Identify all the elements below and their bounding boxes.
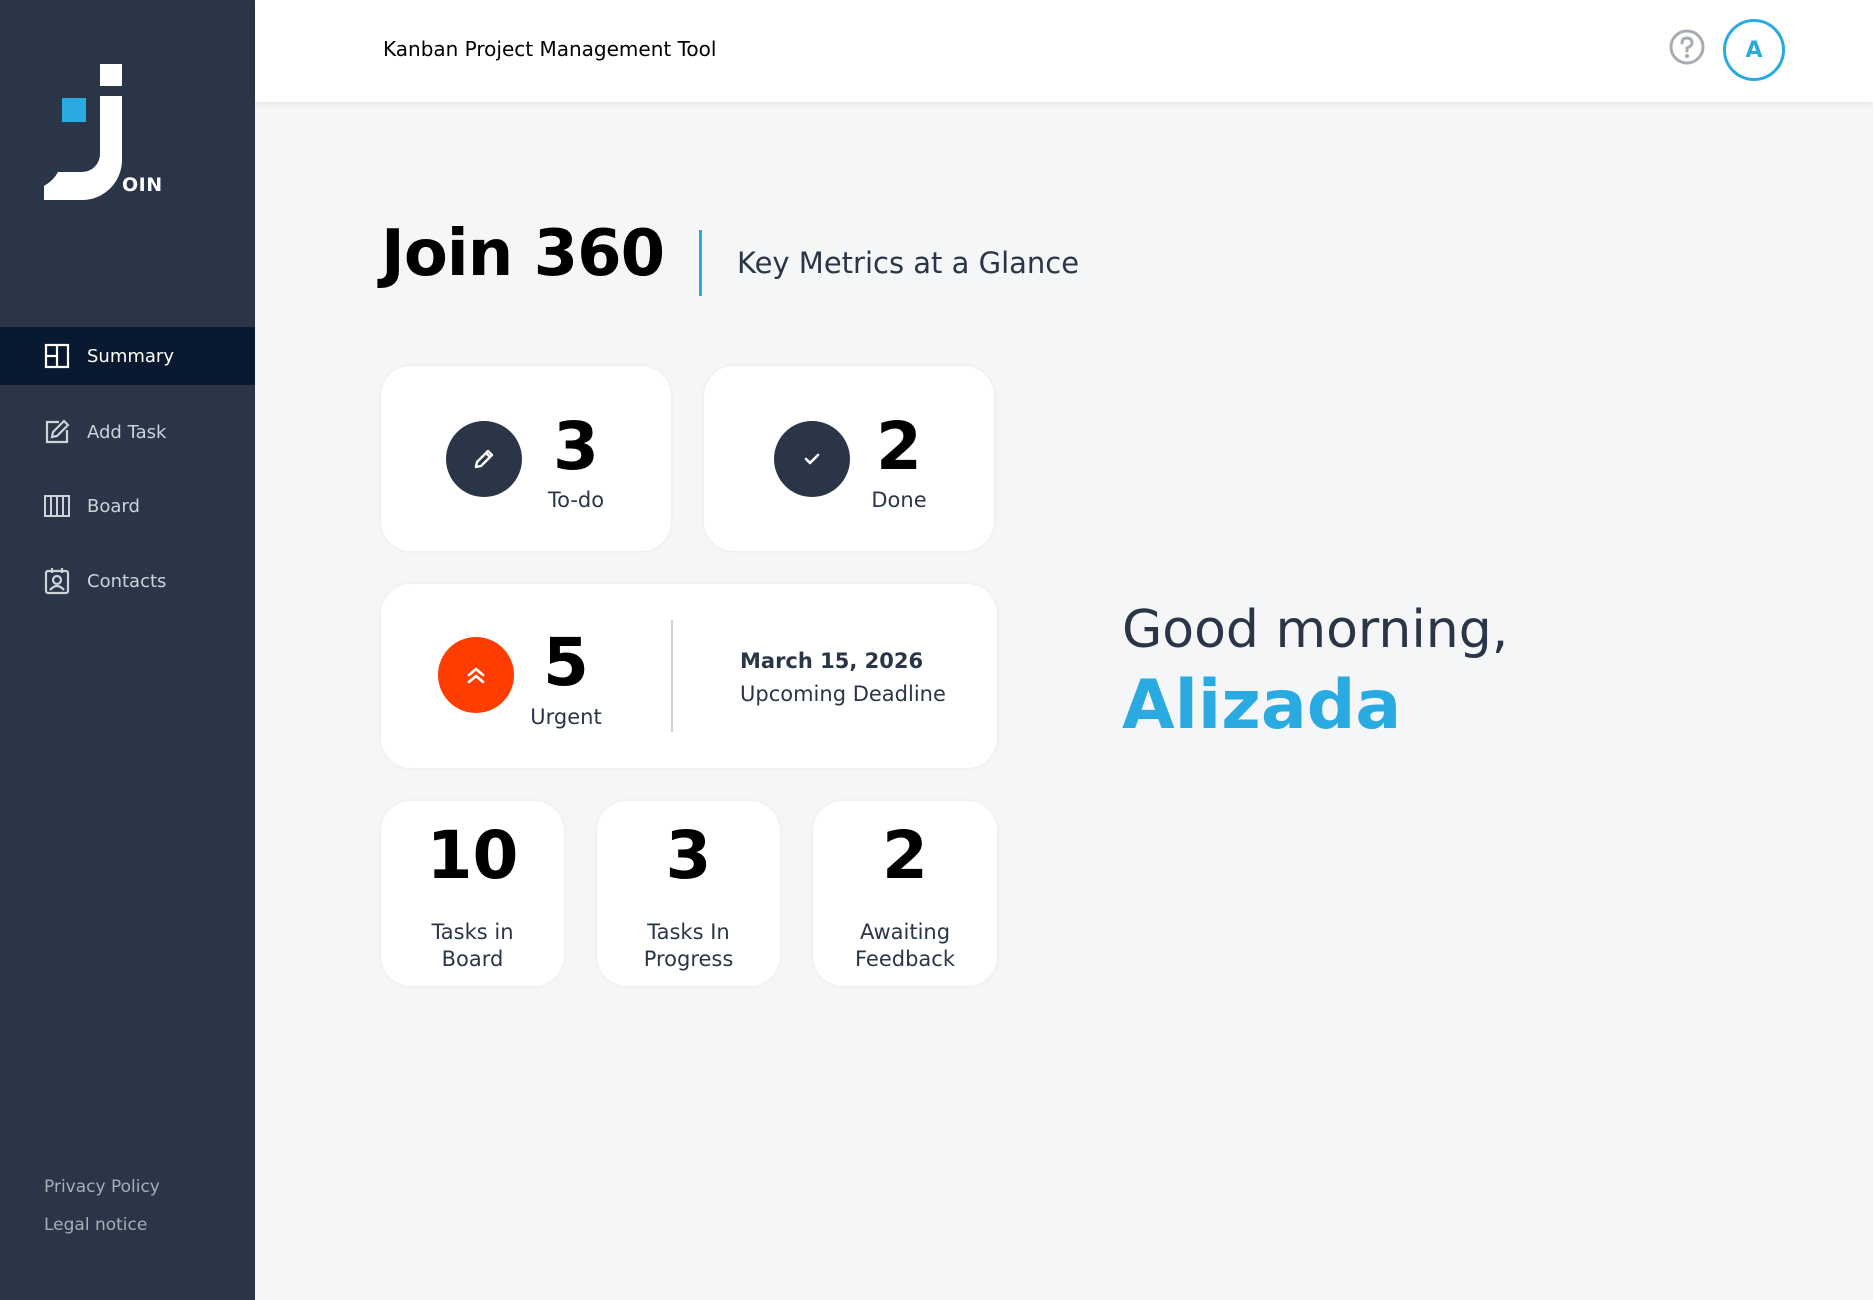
add-task-icon — [43, 418, 71, 446]
awaiting-feedback-label-line2: Feedback — [854, 947, 955, 971]
awaiting-feedback-label-line1: Awaiting — [859, 920, 951, 944]
todo-label: To-do — [547, 488, 605, 512]
sidebar-item-label: Contacts — [87, 570, 167, 592]
sidebar: OIN Summary Add Task Board Contacts Priv… — [0, 0, 255, 1300]
privacy-policy-link[interactable]: Privacy Policy — [44, 1177, 160, 1197]
double-chevron-up-icon — [438, 637, 514, 713]
greeting-text: Good morning, — [1122, 600, 1509, 660]
done-card[interactable]: 2 Done — [704, 366, 994, 551]
page-subtitle: Key Metrics at a Glance — [737, 246, 1080, 280]
tasks-in-progress-card[interactable]: 3 Tasks In Progress — [597, 801, 780, 986]
awaiting-feedback-card[interactable]: 2 Awaiting Feedback — [813, 801, 997, 986]
board-icon — [43, 492, 71, 520]
done-label: Done — [871, 488, 927, 512]
tasks-in-board-label-line1: Tasks in — [431, 920, 514, 944]
tasks-in-board-card[interactable]: 10 Tasks in Board — [381, 801, 564, 986]
done-count: 2 — [876, 408, 922, 485]
todo-count: 3 — [553, 408, 599, 485]
pencil-icon — [446, 421, 522, 497]
sidebar-item-add-task[interactable]: Add Task — [0, 403, 255, 461]
tasks-in-progress-count: 3 — [665, 817, 712, 894]
help-icon[interactable] — [1668, 28, 1706, 66]
contacts-icon — [43, 567, 71, 595]
sidebar-item-summary[interactable]: Summary — [0, 327, 255, 385]
deadline-date: March 15, 2026 — [740, 649, 924, 673]
sidebar-item-board[interactable]: Board — [0, 477, 255, 535]
user-avatar[interactable]: A — [1723, 19, 1785, 81]
urgent-count: 5 — [543, 624, 589, 701]
deadline-divider — [671, 620, 673, 732]
tasks-in-board-label-line2: Board — [441, 947, 504, 971]
tasks-in-progress-label-line2: Progress — [643, 947, 734, 971]
page-title: Join 360 — [381, 217, 665, 291]
legal-notice-link[interactable]: Legal notice — [44, 1215, 147, 1235]
header-title: Kanban Project Management Tool — [383, 37, 717, 61]
sidebar-item-label: Board — [87, 495, 140, 517]
check-icon — [774, 421, 850, 497]
urgent-card[interactable]: 5 Urgent March 15, 2026 Upcoming Deadlin… — [381, 584, 997, 768]
tasks-in-progress-label-line1: Tasks In — [647, 920, 730, 944]
urgent-label: Urgent — [530, 705, 602, 729]
logo-text: OIN — [122, 174, 163, 196]
greeting-user-name: Alizada — [1122, 666, 1402, 745]
tasks-in-board-count: 10 — [426, 817, 519, 894]
sidebar-item-label: Summary — [87, 345, 174, 367]
deadline-label: Upcoming Deadline — [740, 682, 946, 706]
header: Kanban Project Management Tool A — [255, 0, 1873, 102]
summary-icon — [43, 342, 71, 370]
sidebar-item-contacts[interactable]: Contacts — [0, 552, 255, 610]
sidebar-item-label: Add Task — [87, 421, 167, 443]
awaiting-feedback-count: 2 — [882, 817, 928, 894]
todo-card[interactable]: 3 To-do — [381, 366, 671, 551]
title-divider — [699, 230, 702, 296]
